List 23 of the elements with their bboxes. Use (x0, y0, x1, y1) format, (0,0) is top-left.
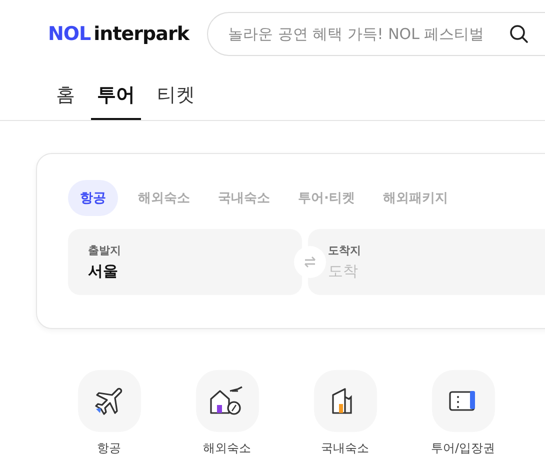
field-placeholder: 도착 (328, 262, 360, 281)
search-field[interactable]: 놀라운 공연 혜택 가득! NOL 페스티벌 (206, 12, 545, 56)
shortcut-label: 해외숙소 (203, 440, 251, 457)
search-icon[interactable] (509, 24, 529, 44)
logo[interactable]: NOL interpark (48, 23, 189, 45)
shortcut-tile[interactable] (314, 370, 376, 432)
shortcut-label: 항공 (97, 440, 121, 457)
nav-tab[interactable]: 홈 (56, 80, 75, 120)
shortcut-label: 투어/입장권 (430, 440, 496, 457)
airplane-icon (93, 385, 125, 417)
destination-field[interactable]: 도착지 도착 (308, 229, 545, 295)
field-value: 서울 (88, 262, 119, 281)
swap-icon (304, 256, 316, 268)
field-label: 도착지 (328, 243, 362, 258)
shortcut-label: 국내숙소 (321, 440, 369, 457)
field-label: 출발지 (88, 243, 122, 258)
category-tab[interactable]: 항공 (68, 180, 118, 216)
nav-tab[interactable]: 투어 (91, 80, 141, 120)
nav-tab[interactable]: 티켓 (157, 80, 195, 120)
shortcut-tile[interactable] (78, 370, 140, 432)
shortcut-tile[interactable] (196, 370, 258, 432)
shortcut-tile[interactable] (432, 370, 494, 432)
origin-field[interactable]: 출발지 서울 (68, 229, 302, 295)
